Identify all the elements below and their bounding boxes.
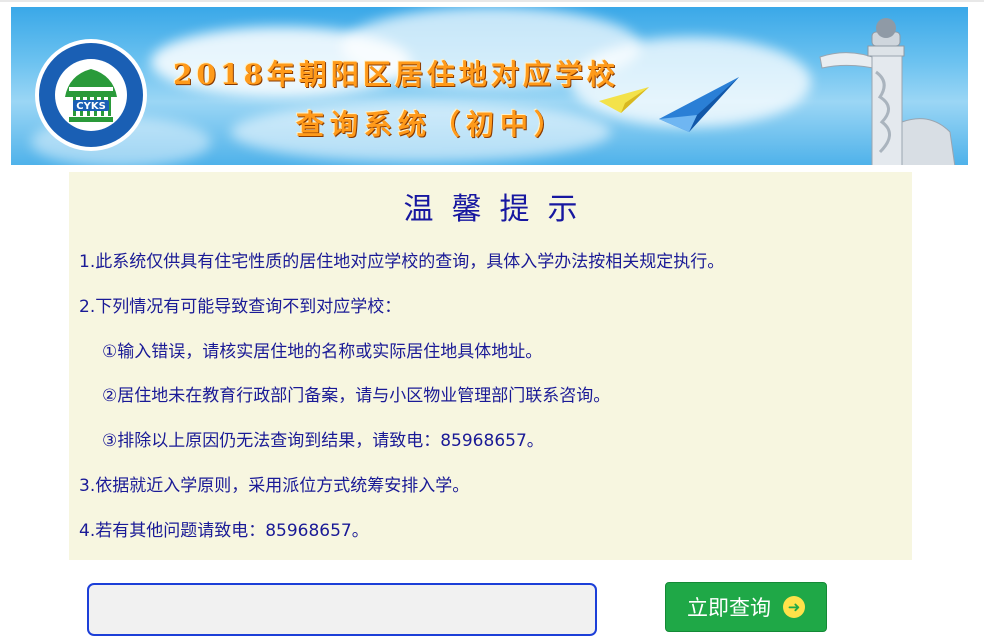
query-now-button[interactable]: 立即查询 ➜ xyxy=(665,582,827,632)
paper-plane-large-icon xyxy=(659,77,739,132)
notice-line-3: 3.依据就近入学原则，采用派位方式统筹安排入学。 xyxy=(79,476,470,496)
exam-center-logo: CYKS xyxy=(35,39,147,151)
notice-panel: 温馨提示 1.此系统仅供具有住宅性质的居住地对应学校的查询，具体入学办法按相关规… xyxy=(69,172,912,560)
notice-line-2-1: ①输入错误，请核实居住地的名称或实际居住地具体地址。 xyxy=(102,342,543,362)
arrow-circle-right-icon: ➜ xyxy=(783,596,805,618)
paper-plane-small-icon xyxy=(599,87,649,113)
huabiao-pillar-image xyxy=(819,18,956,165)
header-banner: CYKS 2018年朝阳区居住地对应学校 查询系统（初中） xyxy=(11,7,968,165)
query-now-label: 立即查询 xyxy=(687,596,771,620)
banner-title-line1: 2018年朝阳区居住地对应学校 xyxy=(173,58,619,91)
top-divider xyxy=(0,0,984,2)
notice-line-2-2: ②居住地未在教育行政部门备案，请与小区物业管理部门联系咨询。 xyxy=(102,386,611,406)
address-search-input[interactable] xyxy=(87,583,597,636)
notice-line-2-3: ③排除以上原因仍无法查询到结果，请致电：85968657。 xyxy=(102,431,544,451)
notice-line-1: 1.此系统仅供具有住宅性质的居住地对应学校的查询，具体入学办法按相关规定执行。 xyxy=(79,252,725,272)
notice-title: 温馨提示 xyxy=(403,192,596,227)
notice-line-2: 2.下列情况有可能导致查询不到对应学校： xyxy=(79,297,402,317)
notice-line-4: 4.若有其他问题请致电：85968657。 xyxy=(79,521,369,541)
banner-title-line2: 查询系统（初中） xyxy=(296,108,569,141)
logo-text: CYKS xyxy=(76,101,106,112)
